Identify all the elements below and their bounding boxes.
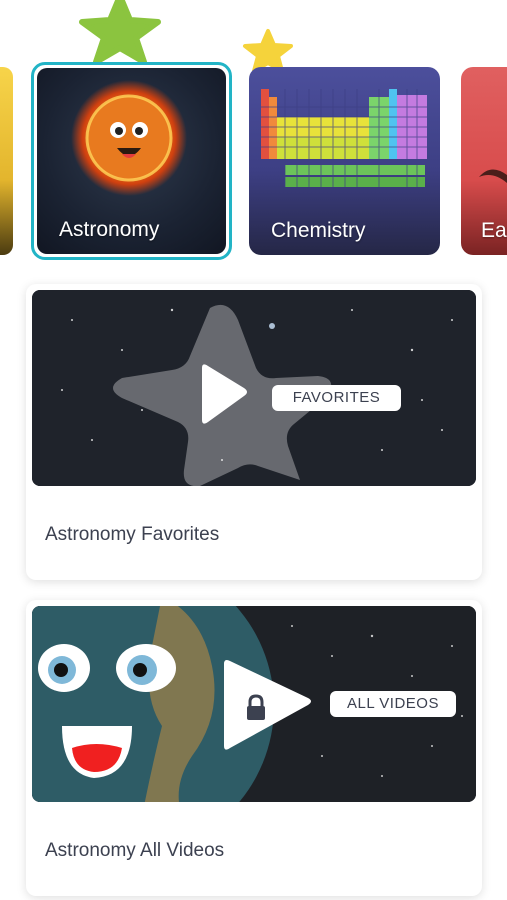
video-title-favorites[interactable]: Astronomy Favorites — [45, 524, 219, 546]
video-card-favorites[interactable]: FAVORITES Astronomy Favorites — [26, 284, 482, 580]
category-card-earth-partial[interactable]: Ear — [461, 67, 507, 255]
favorites-tag: FAVORITES — [272, 385, 401, 411]
category-card-astronomy[interactable]: Astronomy — [31, 62, 232, 260]
category-label-chemistry: Chemistry — [271, 219, 366, 242]
play-icon[interactable] — [186, 360, 256, 430]
favorites-thumbnail[interactable]: FAVORITES — [32, 290, 476, 486]
all-videos-tag: ALL VIDEOS — [330, 691, 456, 717]
lock-icon — [247, 694, 265, 720]
category-card-partial-left[interactable] — [0, 67, 13, 255]
category-carousel[interactable]: Astronomy Chemistry Ea — [0, 62, 507, 262]
all-videos-thumbnail[interactable]: ALL VIDEOS — [32, 606, 476, 802]
category-label-earth: Ear — [481, 219, 507, 242]
video-card-all-videos[interactable]: ALL VIDEOS Astronomy All Videos — [26, 600, 482, 896]
astronomy-card-image: Astronomy — [37, 68, 226, 254]
green-star-icon — [78, 0, 162, 62]
app-page: Astronomy Chemistry Ea FAVORITES Astrono… — [0, 0, 507, 900]
video-title-all-videos[interactable]: Astronomy All Videos — [45, 840, 224, 862]
category-label-astronomy: Astronomy — [59, 218, 160, 241]
category-card-chemistry[interactable]: Chemistry — [249, 67, 440, 255]
